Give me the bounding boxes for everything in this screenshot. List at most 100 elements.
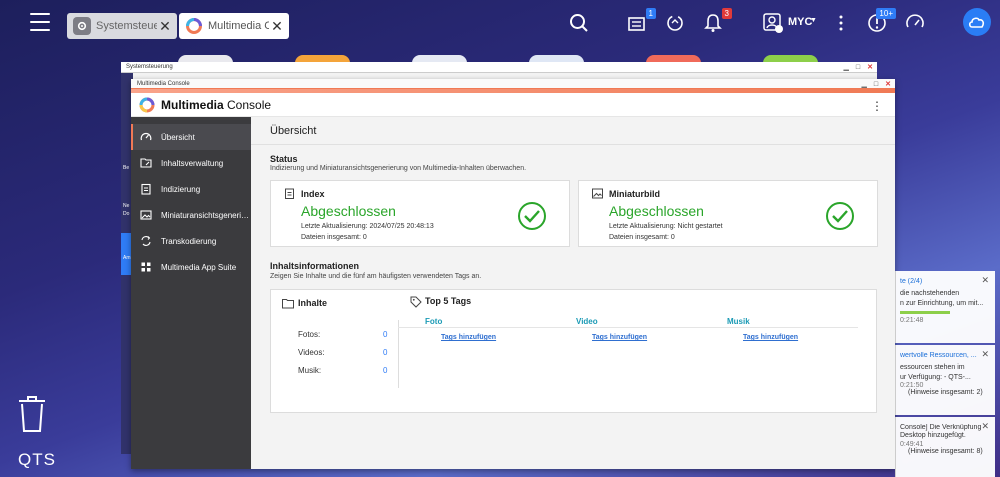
add-tags-photo-link[interactable]: Tags hinzufügen [441,334,496,341]
sidebar-label: Be [123,165,130,171]
notification-item[interactable]: ✕ te (2/4) die nachstehenden n zur Einri… [895,271,995,343]
user-name[interactable]: MYC [788,16,812,28]
main-content: Übersicht Status Indizierung und Miniatu… [251,117,895,469]
trash-icon[interactable] [17,394,47,434]
total-files-text: Dateien insgesamt: 0 [609,234,675,241]
notification-item[interactable]: ✕ Console] Die Verknüpfung Desktop hinzu… [895,417,995,477]
sidebar-item-app-suite[interactable]: Multimedia App Suite [131,254,251,280]
close-icon[interactable]: ✕ [885,80,891,90]
section-subtitle-status: Indizierung und Miniaturansichtsgenerier… [270,165,527,172]
chevron-down-icon[interactable]: ▼ [810,17,817,24]
background-tasks-icon[interactable]: 1 [624,8,656,36]
divider [251,144,895,145]
last-update-text: Letzte Aktualisierung: Nicht gestartet [609,223,723,230]
notification-text: n zur Einrichtung, um mit... [900,300,984,307]
updates-icon[interactable]: 10+ [864,8,896,36]
photos-count[interactable]: 0 [383,330,387,339]
divider [398,320,399,388]
close-icon[interactable]: ✕ [981,275,989,286]
content-info-card: Inhalte Fotos: 0 Videos: 0 Musik: 0 Top … [270,289,877,413]
window-title: Systemsteuerung ▁ □ ✕ [121,62,877,73]
sidebar: Übersicht Inhaltsverwaltung Indizierung … [131,117,251,469]
maximize-icon[interactable]: □ [874,80,878,90]
notification-time: 0:49:41 [900,441,924,448]
minimize-icon[interactable]: ▁ [862,80,867,90]
notification-time: 0:21:48 [900,317,924,324]
more-options-icon[interactable] [828,10,854,36]
close-icon[interactable]: ✕ [157,18,173,35]
sidebar-item-miniaturansicht[interactable]: Miniaturansichtsgenerieru... [131,202,251,228]
sidebar-item-inhaltsverwaltung[interactable]: Inhaltsverwaltung [131,150,251,176]
close-icon[interactable]: ✕ [981,421,989,432]
sidebar-label: Do [123,211,130,217]
videos-count[interactable]: 0 [383,348,387,357]
window-titlebar[interactable]: Multimedia Console ▁ □ ✕ [131,79,895,89]
add-tags-music-link[interactable]: Tags hinzufügen [743,334,798,341]
card-title: Miniaturbild [609,189,660,199]
notification-time: 0:21:50 [900,382,924,389]
folder-icon [282,299,294,309]
bell-icon[interactable]: 3 [700,8,732,36]
tag-column-photo: Foto [425,317,443,326]
desktop-taskbar: Systemsteue... ✕ Multimedia C... ✕ 1 3 M… [0,0,1000,46]
notification-text: essourcen stehen im [900,364,965,371]
check-circle-icon [826,202,854,230]
progress-bar [900,311,950,314]
app-title: Multimedia Console [161,98,271,112]
qts-logo: QTS [18,450,56,469]
gauge-icon [140,131,152,143]
notification-footer[interactable]: (Hinweise insgesamt: 8) [900,448,995,455]
music-label: Musik: [298,366,322,375]
image-icon [140,209,152,221]
sidebar-item-indizierung[interactable]: Indizierung [131,176,251,202]
clipboard-icon [285,188,294,199]
tasks-badge: 1 [645,8,656,19]
task-tab-multimedia-console[interactable]: Multimedia C... ✕ [179,13,289,39]
updates-badge: 10+ [876,8,896,19]
task-tab-label: Systemsteue... [96,20,157,32]
notification-text: Desktop hinzugefügt. [900,432,966,439]
music-count[interactable]: 0 [383,366,387,375]
videos-label: Videos: [298,348,325,357]
app-header: Multimedia Console [131,93,895,117]
folder-edit-icon [140,157,152,169]
section-title-content-info: Inhaltsinformationen [270,261,360,271]
section-title-status: Status [270,154,298,164]
sidebar-item-label: Inhaltsverwaltung [161,158,224,168]
notification-item[interactable]: ✕ wertvolle Ressourcen, ... essourcen st… [895,345,995,415]
tag-column-video: Video [576,317,598,326]
more-options-icon[interactable]: ⋮ [871,99,883,113]
multimedia-console-logo-icon [185,17,203,35]
sidebar-item-transkodierung[interactable]: Transkodierung [131,228,251,254]
status-text: Abgeschlossen [301,203,396,219]
grid-icon [140,261,152,273]
clipboard-icon [140,183,152,195]
image-icon [592,188,603,199]
dashboard-gauge-icon[interactable] [902,10,928,36]
add-tags-video-link[interactable]: Tags hinzufügen [592,334,647,341]
task-tab-label: Multimedia C... [208,20,269,32]
notification-text: ur Verfügung: - QTS-... [900,374,971,381]
close-icon[interactable]: ✕ [269,18,285,35]
status-card-index: Index Abgeschlossen Letzte Aktualisierun… [270,180,570,247]
maximize-icon[interactable]: □ [856,62,860,73]
main-menu-button[interactable] [30,13,50,31]
window-title-text: Multimedia Console [137,81,190,87]
notification-footer[interactable]: (Hinweise insgesamt: 2) [900,389,995,396]
user-icon[interactable] [760,10,786,36]
task-tab-systemsteuerung[interactable]: Systemsteue... ✕ [67,13,177,39]
sidebar-label: Ne [123,203,130,209]
search-icon[interactable] [566,10,592,36]
minimize-icon[interactable]: ▁ [844,62,849,73]
sidebar-item-uebersicht[interactable]: Übersicht [131,124,251,150]
section-subtitle-content-info: Zeigen Sie Inhalte und die fünf am häufi… [270,273,482,280]
tag-icon [410,296,422,308]
myqnapcloud-icon[interactable] [963,8,991,36]
sync-icon[interactable] [662,10,688,36]
close-icon[interactable]: ✕ [981,349,989,360]
multimedia-console-window: Multimedia Console ▁ □ ✕ Multimedia Consol… [131,79,895,469]
check-circle-icon [518,202,546,230]
close-icon[interactable]: ✕ [867,62,873,73]
top-tags-title: Top 5 Tags [425,296,472,306]
contents-title: Inhalte [298,298,328,308]
